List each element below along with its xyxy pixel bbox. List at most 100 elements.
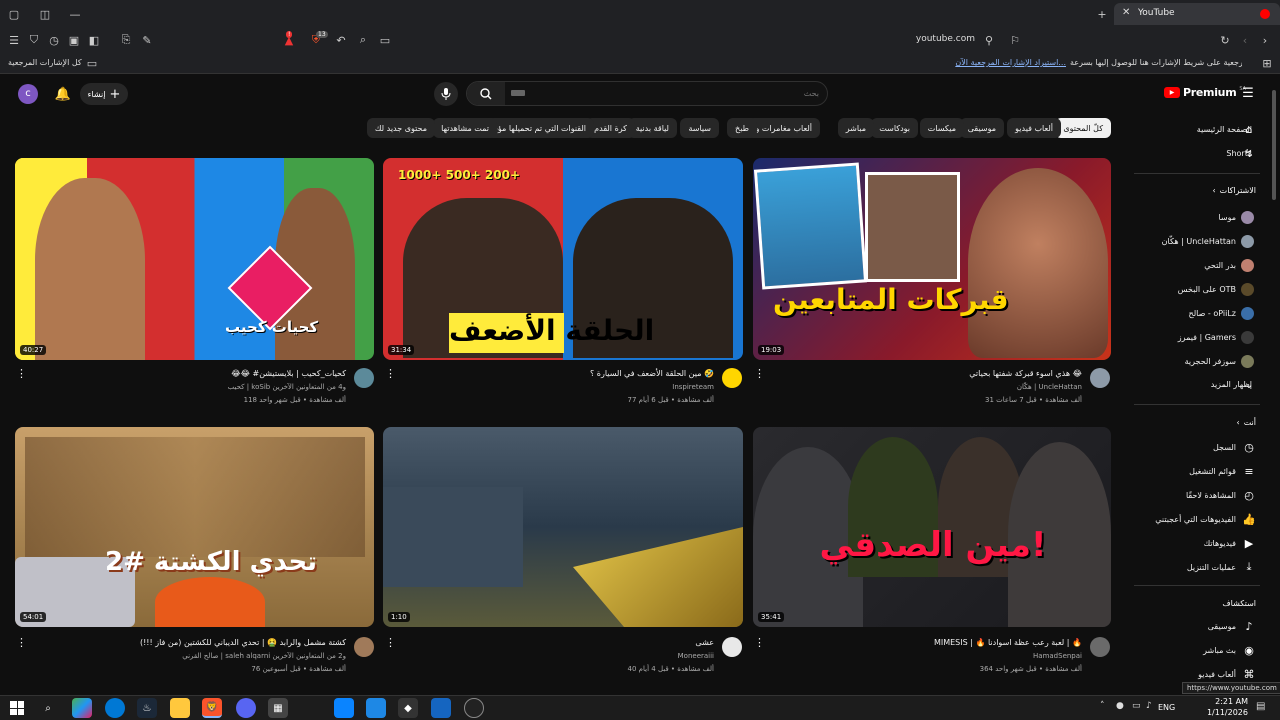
live-icon[interactable]: ◉ (1242, 643, 1256, 657)
video-title[interactable]: كشتة مشمل والرابد 🤮 | تحدي الديباني للكش… (110, 638, 346, 647)
tray-network-icon[interactable]: ▭ (1132, 701, 1141, 711)
video-title[interactable]: هذي اسوء قبركة شفتها بحياتي 😂 (850, 369, 1082, 378)
clock-time[interactable]: 2:21 AM (1206, 697, 1248, 706)
shield-icon[interactable]: ⛉ (25, 31, 43, 49)
edge-browser-icon[interactable] (105, 698, 125, 718)
sidebar-subscription-item[interactable]: سوزفر الحجرية (1185, 357, 1236, 366)
sidebar-subscription-item[interactable]: على البخس OTB (1178, 285, 1236, 294)
channel-avatar[interactable] (1090, 368, 1110, 388)
window-menu-icon[interactable]: ▢ (5, 5, 23, 23)
app-icon[interactable] (334, 698, 354, 718)
channel-avatar[interactable] (722, 368, 742, 388)
gaming-icon[interactable]: ⌘ (1242, 667, 1256, 681)
voice-search-button[interactable] (434, 82, 458, 106)
sidebar-explore-item[interactable]: ألعاب فيديو (1198, 670, 1236, 679)
video-thumbnail[interactable]: 1000+ 500+ 200+ الحلقة الأضعف 31:34 (383, 158, 743, 360)
notifications-bell-icon[interactable]: 🔔 (54, 85, 72, 103)
video-thumbnail[interactable]: مين الصدقي! 35:41 (753, 427, 1111, 627)
sidebar-subscription-item[interactable]: صالح - oPiiLz (1189, 309, 1236, 318)
back-icon[interactable]: ‹ (1236, 31, 1254, 49)
channel-name[interactable]: HamadSenpai (850, 652, 1082, 660)
tab-overview-icon[interactable]: ◫ (36, 5, 54, 23)
steam-icon[interactable]: ♨ (137, 698, 157, 718)
chip-2[interactable]: موسيقى (959, 118, 1004, 138)
forward-icon[interactable]: › (1256, 31, 1274, 49)
sidebar-you-item[interactable]: السجل (1213, 443, 1236, 452)
history-icon[interactable]: ◷ (45, 31, 63, 49)
more-options-icon[interactable]: ⋮ (16, 367, 27, 380)
menu-icon[interactable]: ☰ (5, 31, 23, 49)
sidebar-scrollbar[interactable] (1272, 90, 1276, 200)
playlists-icon[interactable]: ≡ (1242, 464, 1256, 478)
discord-icon[interactable] (236, 698, 256, 718)
site-settings-icon[interactable]: ⚲ (980, 31, 998, 49)
app-icon[interactable]: ◆ (398, 698, 418, 718)
music-icon[interactable]: ♪ (1242, 619, 1256, 633)
chip-3[interactable]: ميكسات (919, 118, 964, 138)
copilot-icon[interactable] (72, 698, 92, 718)
history-icon[interactable]: ◷ (1242, 440, 1256, 454)
screenshot-icon[interactable]: ⎘ (117, 31, 135, 49)
clock-date[interactable]: 1/11/2026 (1196, 708, 1248, 717)
channel-avatar[interactable] (354, 637, 374, 657)
tray-overflow-icon[interactable]: ˄ (1100, 701, 1105, 711)
liked-videos-icon[interactable]: 👍 (1242, 512, 1256, 526)
chip-7[interactable]: طبخ (727, 118, 757, 138)
brave-browser-icon[interactable]: 🦁 (202, 698, 222, 718)
minimize-icon[interactable]: — (66, 5, 84, 23)
video-title[interactable]: مين الحلقة الأضعف في السيارة ؟ 🤣 (480, 369, 714, 378)
chip-9[interactable]: لياقة بدنية (627, 118, 677, 138)
channel-name[interactable]: Moneeraiii (480, 652, 714, 660)
tray-mic-icon[interactable]: ● (1116, 701, 1124, 711)
downloads-icon[interactable]: ⤓ (1242, 560, 1256, 574)
channel-avatar[interactable] (722, 637, 742, 657)
chip-12[interactable]: تمت مشاهدتها (433, 118, 497, 138)
search-icon[interactable]: ⌕ (38, 698, 58, 718)
reload-icon[interactable]: ↻ (1216, 31, 1234, 49)
chip-8[interactable]: سياسة (680, 118, 719, 138)
notification-center-icon[interactable]: ▤ (1256, 701, 1265, 712)
search-input[interactable] (527, 85, 819, 102)
back-arrow-icon[interactable]: ↶ (332, 31, 350, 49)
channel-name[interactable]: هكّان | UncleHattan (850, 383, 1082, 391)
video-thumbnail[interactable]: 1:10 (383, 427, 743, 627)
hamburger-menu-icon[interactable]: ☰ (1239, 84, 1257, 102)
channel-avatar[interactable] (354, 368, 374, 388)
search-lens-icon[interactable]: ⌕ (354, 31, 372, 49)
video-thumbnail[interactable]: قبركات المتابعين 19:03 (753, 158, 1111, 360)
sidebar-you-item[interactable]: فيديوهاتك (1204, 539, 1236, 548)
video-title[interactable]: 😂😂 #كحيات_كحيب | بلايستيشن (110, 369, 346, 378)
chip-4[interactable]: بودكاست (871, 118, 918, 138)
avatar[interactable]: c (18, 84, 38, 104)
chip-0[interactable]: كلّ المحتوى (1055, 118, 1111, 138)
bookmark-icon[interactable]: ⚐ (1006, 31, 1024, 49)
create-button[interactable]: إنشاء + (80, 83, 128, 105)
more-options-icon[interactable]: ⋮ (16, 636, 27, 649)
chip-5[interactable]: مباشر (837, 118, 874, 138)
import-bookmarks-link[interactable]: استيراد الإشارات المرجعية الآن... (916, 58, 1066, 67)
sidebar-explore-item[interactable]: بث مباشر (1203, 646, 1236, 655)
chip-1[interactable]: ألعاب فيديو (1007, 118, 1061, 138)
sidebar-item-home[interactable]: الصفحة الرئيسية (1197, 125, 1252, 134)
sidebar-subscription-item[interactable]: موسا (1218, 213, 1236, 222)
extension-icon[interactable]: ✎ (138, 31, 156, 49)
sidebar-you-item[interactable]: قوائم التشغيل (1189, 467, 1236, 476)
video-thumbnail[interactable]: تحدي الكشتة #2 54:01 (15, 427, 374, 627)
search-button[interactable] (467, 82, 505, 105)
app-icon[interactable] (464, 698, 484, 718)
sidebar-icon[interactable]: ◧ (85, 31, 103, 49)
all-bookmarks-link[interactable]: كل الإشارات المرجعية (8, 58, 82, 67)
tray-volume-icon[interactable]: ♪ (1146, 701, 1152, 711)
more-options-icon[interactable]: ⋮ (754, 367, 765, 380)
your-videos-icon[interactable]: ▶ (1242, 536, 1256, 550)
keyboard-icon[interactable] (511, 90, 525, 96)
address-bar[interactable]: youtube.com (880, 34, 975, 44)
language-indicator[interactable]: ENG (1158, 703, 1175, 712)
video-thumbnail[interactable]: كحيات كحيب 40:27 (15, 158, 374, 360)
sidebar-explore-item[interactable]: موسيقى (1208, 622, 1236, 631)
tab-youtube[interactable]: ✕ YouTube (1114, 3, 1280, 25)
file-explorer-icon[interactable] (170, 698, 190, 718)
channel-name[interactable]: صالح القرني | saleh alqarni و2 من المتعا… (110, 652, 346, 660)
show-more-button[interactable]: إظهار المزيد (1211, 380, 1252, 389)
tabs-icon[interactable]: ▣ (65, 31, 83, 49)
